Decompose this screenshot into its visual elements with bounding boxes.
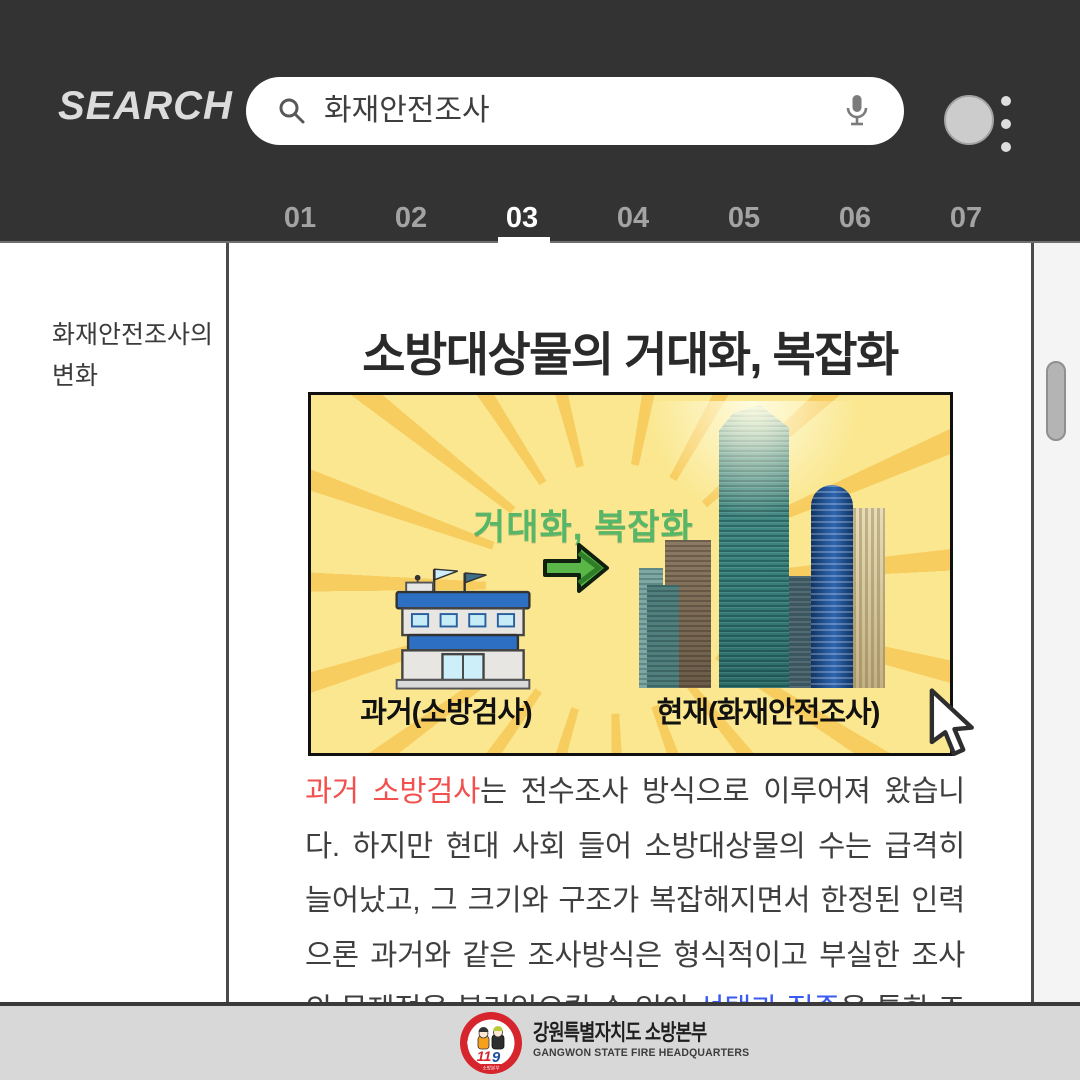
profile-avatar[interactable] xyxy=(944,95,994,145)
footer-org-name-en: GANGWON STATE FIRE HEADQUARTERS xyxy=(533,1047,749,1059)
page-number-04[interactable]: 04 xyxy=(603,202,663,235)
page-title: 소방대상물의 거대화, 복잡화 xyxy=(230,316,1030,385)
sun-glow xyxy=(629,401,911,573)
building-dark xyxy=(787,576,813,688)
scrollbar-track[interactable] xyxy=(1034,243,1080,1002)
arrow-right-icon xyxy=(543,539,609,597)
kebab-menu-icon[interactable] xyxy=(1001,96,1013,165)
highlight-past-inspection: 과거 소방검사 xyxy=(305,775,480,808)
search-bar[interactable]: 화재안전조사 xyxy=(246,77,904,145)
search-input[interactable]: 화재안전조사 xyxy=(324,77,490,145)
mouse-cursor-icon xyxy=(924,688,986,760)
sidebar-divider xyxy=(226,243,229,1002)
page-number-07[interactable]: 07 xyxy=(936,202,996,235)
present-label: 현재(화재안전조사) xyxy=(633,689,903,731)
page-number-03-active[interactable]: 03 xyxy=(492,202,552,235)
logo-119-blue: 9 xyxy=(492,1049,501,1066)
sidebar-label-line1: 화재안전조사의 xyxy=(52,315,213,356)
sidebar-section-label: 화재안전조사의 변화 xyxy=(52,315,213,397)
page-number-01[interactable]: 01 xyxy=(270,202,330,235)
building-front-teal xyxy=(647,585,679,688)
page-number-02[interactable]: 02 xyxy=(381,202,441,235)
small-building-illustration xyxy=(389,561,537,691)
past-label: 과거(소방검사) xyxy=(339,689,553,731)
active-page-underline xyxy=(498,237,550,251)
page-indicator: 01 02 03 04 05 06 07 xyxy=(270,202,996,235)
header: SEARCH 화재안전조사 01 02 03 04 05 06 07 xyxy=(0,0,1080,243)
search-icon xyxy=(278,97,306,125)
page: SEARCH 화재안전조사 01 02 03 04 05 06 07 xyxy=(0,0,1080,1080)
page-number-06[interactable]: 06 xyxy=(825,202,885,235)
illustration-card: 거대화, 복잡화 xyxy=(308,392,953,756)
skyscrapers-illustration xyxy=(629,401,911,688)
footer: Gangwon State 11 9 소방본부 강원특별자치도 소방본부 GAN… xyxy=(0,1006,1080,1080)
scrollbar-thumb[interactable] xyxy=(1046,361,1066,441)
paragraph-text-1: 는 전수조사 방식으로 이루어져 왔습니다. 하지만 현대 사회 들어 소방대상… xyxy=(305,775,965,1026)
logo-119-red: 11 xyxy=(477,1048,492,1064)
logo-banner-text: 소방본부 xyxy=(483,1064,500,1071)
page-number-05[interactable]: 05 xyxy=(714,202,774,235)
mic-icon[interactable] xyxy=(844,93,870,129)
footer-org-name-ko: 강원특별자치도 소방본부 xyxy=(533,1015,706,1047)
fire-headquarters-logo: Gangwon State 11 9 소방본부 xyxy=(459,1011,523,1075)
sidebar-label-line2: 변화 xyxy=(52,356,213,397)
app-logo: SEARCH xyxy=(58,84,233,129)
